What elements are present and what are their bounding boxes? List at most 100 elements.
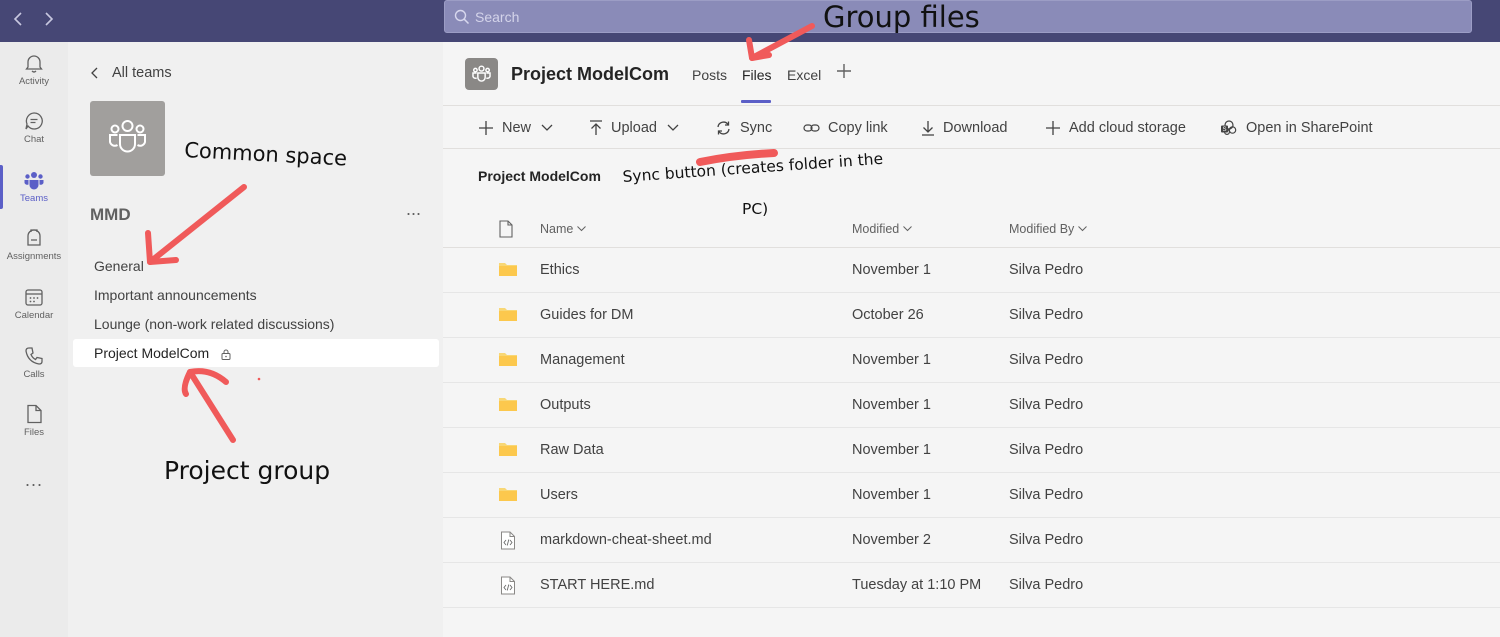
column-header-modified-by[interactable]: Modified By: [1009, 222, 1088, 236]
channel-label: Project ModelCom: [94, 345, 210, 361]
column-label: Modified: [852, 222, 900, 236]
code-file-icon: [500, 576, 516, 595]
code-file-icon: [500, 531, 516, 550]
table-row[interactable]: Raw Data November 1 Silva Pedro: [443, 428, 1500, 473]
more-apps-icon[interactable]: ...: [0, 470, 68, 491]
chevron-down-icon: [541, 124, 553, 131]
plus-icon: [1046, 121, 1060, 135]
search-input[interactable]: Search: [444, 0, 1472, 33]
rail-activity[interactable]: Activity: [0, 42, 68, 98]
add-cloud-storage-label: Add cloud storage: [1069, 120, 1186, 136]
bell-icon: [23, 52, 45, 74]
rail-label: Calls: [23, 369, 45, 380]
column-label: Name: [540, 222, 574, 236]
modified-by: Silva Pedro: [1009, 352, 1084, 368]
column-header-name[interactable]: Name: [540, 222, 587, 236]
table-row[interactable]: Management November 1 Silva Pedro: [443, 338, 1500, 383]
upload-icon: [590, 120, 602, 135]
rail-calls[interactable]: Calls: [0, 335, 68, 391]
all-teams-link[interactable]: All teams: [90, 64, 172, 82]
table-row[interactable]: Users November 1 Silva Pedro: [443, 473, 1500, 518]
chat-icon: [23, 110, 45, 132]
channel-general[interactable]: General: [73, 252, 439, 280]
phone-icon: [23, 345, 45, 367]
column-header-modified[interactable]: Modified: [852, 222, 913, 236]
tab-excel[interactable]: Excel: [787, 67, 821, 83]
title-bar: Search: [0, 0, 1500, 42]
modified-date: November 1: [852, 442, 931, 458]
files-view: Project ModelCom Posts Files Excel New U…: [443, 42, 1500, 637]
add-tab-icon[interactable]: [835, 62, 853, 80]
rail-label: Chat: [23, 134, 45, 145]
chevron-left-icon: [91, 67, 98, 79]
table-header: Name Modified Modified By: [443, 214, 1500, 248]
new-button[interactable]: New: [478, 118, 553, 138]
chevron-down-icon: [577, 226, 587, 232]
modified-by: Silva Pedro: [1009, 397, 1084, 413]
table-row[interactable]: markdown-cheat-sheet.md November 2 Silva P…: [443, 518, 1500, 563]
plus-icon: [479, 121, 493, 135]
modified-by: Silva Pedro: [1009, 577, 1084, 593]
column-label: Modified By: [1009, 222, 1075, 236]
channel-project-modelcom[interactable]: Project ModelCom: [73, 339, 439, 367]
assignments-icon: [23, 227, 45, 249]
modified-date: November 1: [852, 352, 931, 368]
file-name: Outputs: [540, 397, 591, 413]
active-tab-indicator: [741, 100, 771, 103]
svg-text:S: S: [1222, 127, 1226, 133]
modified-by: Silva Pedro: [1009, 487, 1084, 503]
folder-icon: [498, 306, 518, 322]
file-name: Users: [540, 487, 578, 503]
rail-label: Calendar: [14, 310, 54, 321]
forward-arrow-icon[interactable]: [38, 9, 58, 29]
breadcrumb[interactable]: Project ModelCom: [478, 168, 601, 184]
new-label: New: [502, 120, 532, 136]
folder-icon: [498, 261, 518, 277]
teams-icon: [23, 169, 45, 191]
rail-files[interactable]: Files: [0, 393, 68, 449]
table-row[interactable]: Outputs November 1 Silva Pedro: [443, 383, 1500, 428]
download-icon: [922, 121, 934, 136]
channel-important-announcements[interactable]: Important announcements: [73, 281, 439, 309]
modified-date: November 2: [852, 532, 931, 548]
chevron-down-icon: [1078, 226, 1088, 232]
table-row[interactable]: Ethics November 1 Silva Pedro: [443, 248, 1500, 293]
search-icon: [454, 9, 470, 25]
file-name: markdown-cheat-sheet.md: [540, 532, 712, 548]
team-people-icon: [109, 120, 146, 153]
table-row[interactable]: START HERE.md Tuesday at 1:10 PM Silva Ped…: [443, 563, 1500, 608]
sharepoint-icon: S: [1221, 120, 1237, 136]
channel-lounge[interactable]: Lounge (non-work related discussions): [73, 310, 439, 338]
channel-avatar: [465, 58, 498, 90]
modified-date: November 1: [852, 487, 931, 503]
open-in-sharepoint-button[interactable]: S Open in SharePoint: [1220, 118, 1373, 138]
rail-label: Files: [23, 427, 45, 438]
lock-icon: [221, 349, 231, 360]
search-placeholder: Search: [475, 9, 520, 25]
calendar-icon: [23, 286, 45, 308]
file-type-column-icon[interactable]: [498, 220, 514, 238]
add-cloud-storage-button[interactable]: Add cloud storage: [1045, 118, 1186, 138]
channel-label: Lounge (non-work related discussions): [94, 316, 335, 332]
rail-teams[interactable]: Teams: [0, 159, 68, 215]
chevron-down-icon: [903, 226, 913, 232]
team-more-options-icon[interactable]: ...: [406, 199, 421, 220]
folder-icon: [498, 396, 518, 412]
rail-calendar[interactable]: Calendar: [0, 276, 68, 332]
chevron-down-icon: [667, 124, 679, 131]
rail-chat[interactable]: Chat: [0, 100, 68, 156]
file-name: Ethics: [540, 262, 580, 278]
tab-files[interactable]: Files: [742, 67, 772, 83]
rail-assignments[interactable]: Assignments: [0, 217, 68, 273]
copy-link-button[interactable]: Copy link: [803, 118, 888, 138]
tab-posts[interactable]: Posts: [692, 67, 727, 83]
table-row[interactable]: Guides for DM October 26 Silva Pedro: [443, 293, 1500, 338]
file-name: Management: [540, 352, 625, 368]
copy-link-label: Copy link: [828, 120, 888, 136]
sync-button[interactable]: Sync: [715, 118, 772, 138]
modified-by: Silva Pedro: [1009, 307, 1084, 323]
download-button[interactable]: Download: [921, 118, 1008, 138]
app-rail: Activity Chat Teams Assignments Calendar…: [0, 42, 68, 637]
back-arrow-icon[interactable]: [9, 9, 29, 29]
upload-button[interactable]: Upload: [589, 118, 679, 138]
